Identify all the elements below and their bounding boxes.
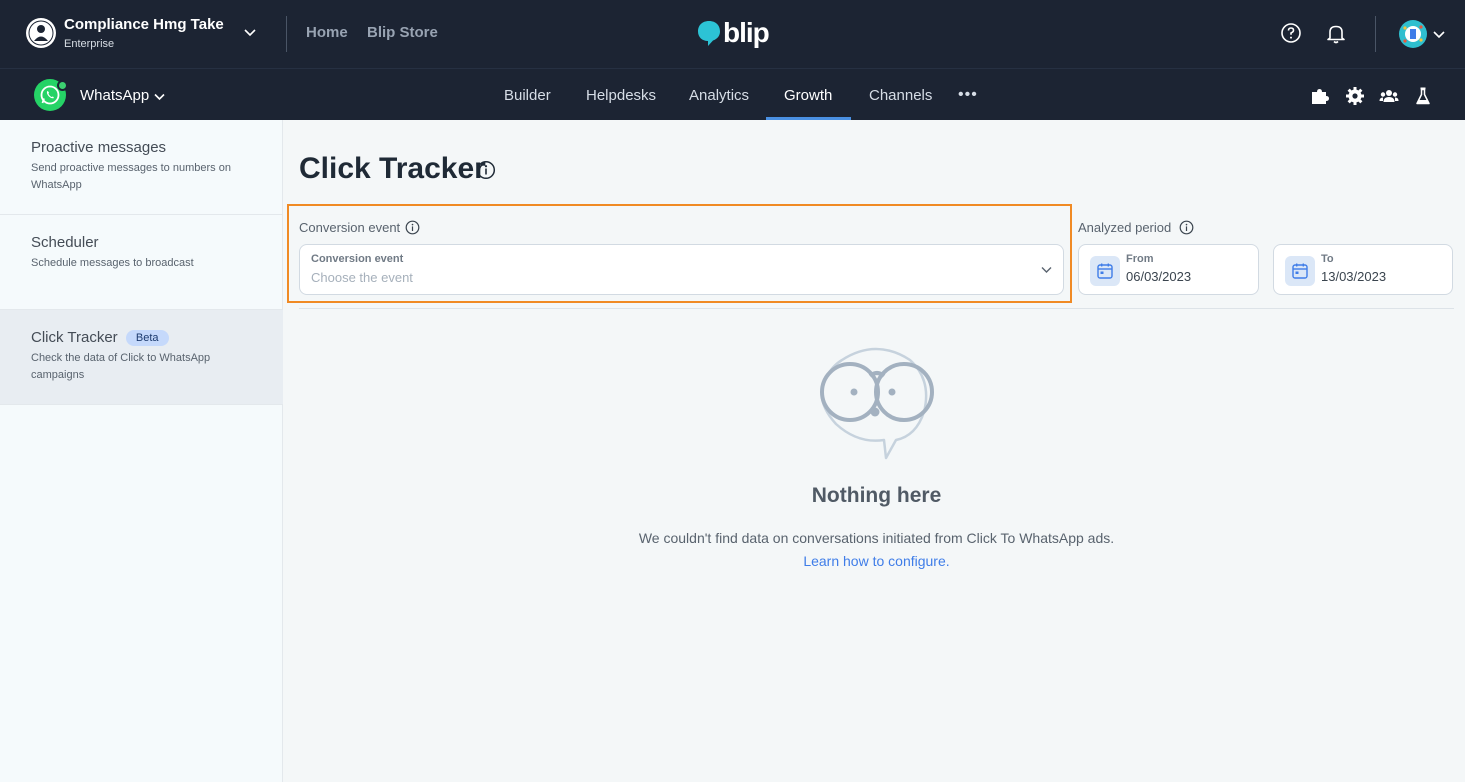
chevron-down-icon [1041, 267, 1052, 273]
flask-icon[interactable] [1413, 86, 1433, 106]
org-name[interactable]: Compliance Hmg Take [64, 16, 224, 33]
learn-how-to-configure-link[interactable]: Learn how to configure. [803, 553, 949, 569]
conversion-event-label: Conversion event [299, 220, 401, 235]
help-icon[interactable] [1280, 22, 1302, 44]
channel-selector[interactable]: WhatsApp [80, 87, 149, 104]
sidebar-item-title: Click Tracker [31, 329, 118, 346]
home-link[interactable]: Home [306, 24, 348, 41]
empty-state-title: Nothing here [0, 484, 1465, 508]
chevron-down-icon[interactable] [242, 24, 258, 40]
bell-icon[interactable] [1325, 22, 1347, 44]
info-icon[interactable] [1179, 220, 1194, 235]
date-from-label: From [1126, 253, 1154, 265]
date-to-field[interactable]: To 13/03/2023 [1273, 244, 1453, 295]
tab-helpdesks[interactable]: Helpdesks [586, 87, 656, 104]
empty-state-illustration [820, 347, 934, 460]
info-icon[interactable] [405, 220, 420, 235]
date-to-label: To [1321, 253, 1334, 265]
blip-logo[interactable]: blip [697, 17, 770, 49]
sidebar-item-title-row: Click Tracker Beta [31, 329, 169, 346]
channel-nav-bar: WhatsApp Builder Helpdesks Analytics Gro… [0, 68, 1465, 120]
section-divider [299, 308, 1454, 309]
calendar-icon [1285, 256, 1315, 286]
org-plan: Enterprise [64, 38, 115, 50]
growth-sidebar: Proactive messages Send proactive messag… [0, 120, 283, 782]
puzzle-icon[interactable] [1310, 86, 1330, 106]
empty-state-description: We couldn't find data on conversations i… [288, 530, 1465, 546]
user-avatar[interactable] [1399, 20, 1427, 48]
sidebar-item-description: Send proactive messages to numbers on Wh… [31, 162, 231, 191]
blip-store-link[interactable]: Blip Store [367, 24, 438, 41]
page-title: Click Tracker [299, 152, 486, 185]
select-label: Conversion event [311, 253, 404, 265]
divider [1375, 16, 1376, 52]
date-to-value: 13/03/2023 [1321, 269, 1387, 284]
sidebar-item-title: Proactive messages [31, 139, 167, 156]
top-bar: Compliance Hmg Take Enterprise Home Blip… [0, 0, 1465, 68]
tab-growth[interactable]: Growth [784, 87, 832, 104]
avatar-pattern-icon [1400, 21, 1426, 47]
calendar-icon [1090, 256, 1120, 286]
more-tabs-button[interactable]: ••• [958, 86, 978, 104]
divider [286, 16, 287, 52]
gear-icon[interactable] [1345, 86, 1365, 106]
online-status-dot [57, 80, 68, 91]
sidebar-item-title: Scheduler [31, 234, 99, 251]
analyzed-period-label: Analyzed period [1078, 220, 1172, 235]
empty-state-title-text: Nothing here [811, 484, 942, 507]
tab-channels[interactable]: Channels [869, 87, 932, 104]
org-avatar[interactable] [26, 18, 56, 48]
sidebar-item-scheduler[interactable]: Scheduler Schedule messages to broadcast [0, 215, 283, 310]
sidebar-item-click-tracker[interactable]: Click Tracker Beta Check the data of Cli… [0, 310, 283, 405]
team-icon[interactable] [1379, 86, 1399, 106]
calendar-glyph-icon [1292, 263, 1308, 279]
active-tab-indicator [766, 117, 851, 120]
sidebar-item-description: Check the data of Click to WhatsApp camp… [31, 352, 211, 381]
beta-badge: Beta [125, 330, 169, 346]
blip-bubble-icon [698, 21, 720, 46]
chevron-down-icon[interactable] [1432, 27, 1446, 41]
calendar-glyph-icon [1097, 263, 1113, 279]
sidebar-item-proactive-messages[interactable]: Proactive messages Send proactive messag… [0, 120, 283, 215]
empty-state-description-text: We couldn't find data on conversations i… [638, 530, 1115, 546]
date-from-field[interactable]: From 06/03/2023 [1078, 244, 1259, 295]
org-logo-icon [28, 20, 54, 46]
sidebar-item-description: Schedule messages to broadcast [31, 257, 194, 269]
tab-analytics[interactable]: Analytics [689, 87, 749, 104]
conversion-event-select[interactable]: Conversion event Choose the event [299, 244, 1064, 295]
info-icon[interactable] [476, 160, 496, 180]
chevron-down-icon[interactable] [153, 90, 166, 103]
date-from-value: 06/03/2023 [1126, 269, 1192, 284]
select-placeholder: Choose the event [311, 270, 413, 285]
logo-text: blip [723, 17, 770, 48]
learn-how-link-row: Learn how to configure. [288, 553, 1465, 569]
tab-builder[interactable]: Builder [504, 87, 551, 104]
